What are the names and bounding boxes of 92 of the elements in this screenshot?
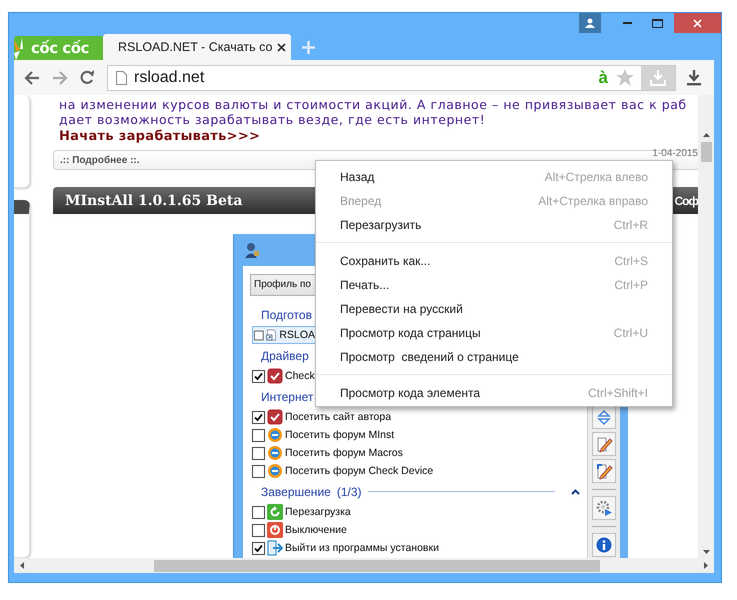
- scroll-right-icon[interactable]: [704, 562, 708, 569]
- menu-item[interactable]: Просмотр кода элемента Ctrl+Shift+I: [316, 381, 672, 405]
- start-earning-link[interactable]: Начать зарабатывать>>>: [53, 128, 260, 145]
- check-badge-icon: [267, 409, 283, 425]
- forum-icon: [267, 445, 283, 461]
- url-text: rsload.net: [134, 68, 204, 86]
- person-icon: [244, 242, 260, 258]
- forum-icon: [267, 463, 283, 479]
- checkbox[interactable]: [252, 370, 265, 382]
- shortcut-text: Alt+Стрелка влево: [544, 170, 648, 184]
- article-text: на изменении курсов валюты и стоимости акций. А главное – не привязывает вас к раб: [58, 97, 688, 112]
- task-label: Выйти из программы установки: [285, 542, 439, 554]
- scroll-thumb[interactable]: [700, 142, 712, 162]
- menu-item[interactable]: Сохранить как... Ctrl+S: [316, 249, 672, 273]
- checkbox[interactable]: [252, 428, 265, 442]
- tool-button[interactable]: [592, 405, 616, 429]
- tool-button[interactable]: [592, 496, 616, 520]
- post-date: 1-04-2015: [652, 148, 698, 158]
- checkbox[interactable]: [252, 446, 265, 460]
- checkbox[interactable]: [252, 410, 265, 424]
- task-label: Посетить форум MInst: [285, 429, 394, 441]
- pencil-icon: [596, 462, 612, 480]
- close-icon[interactable]: [277, 42, 286, 52]
- group-header: Интернет: [261, 390, 314, 404]
- checkbox[interactable]: [252, 524, 265, 536]
- forum-icon: [267, 427, 283, 443]
- task-label: RSLOA: [279, 329, 315, 341]
- address-bar[interactable]: rsload.net à: [107, 64, 676, 90]
- category-label: Соф: [674, 194, 698, 208]
- user-button[interactable]: [579, 13, 601, 33]
- maximize-icon: [652, 18, 662, 28]
- star-icon[interactable]: [616, 69, 634, 86]
- details-link[interactable]: .:: Подробнее ::.: [60, 154, 140, 166]
- shortcut-text: Ctrl+Shift+I: [588, 386, 648, 400]
- horizontal-scrollbar[interactable]: [14, 558, 714, 573]
- shortcut-icon: [266, 327, 278, 343]
- shortcut-text: Ctrl+S: [614, 254, 648, 268]
- restart-icon: [267, 504, 283, 520]
- power-icon: [267, 522, 283, 538]
- task-label: Посетить форум Check Device: [285, 465, 434, 477]
- shortcut-text: Alt+Стрелка вправо: [538, 194, 648, 208]
- page-icon: [116, 70, 127, 84]
- scroll-thumb[interactable]: [154, 560, 600, 572]
- collapse-icon[interactable]: [571, 488, 580, 494]
- menu-item[interactable]: Назад Alt+Стрелка влево: [316, 165, 672, 189]
- group-header: Завершение: [261, 484, 331, 498]
- checkbox[interactable]: [254, 328, 264, 342]
- group-header: Драйвер: [261, 348, 309, 362]
- vertical-scrollbar[interactable]: [698, 95, 714, 558]
- group-count: (1/3): [336, 484, 362, 498]
- tool-button[interactable]: [592, 432, 616, 456]
- task-label: Check: [285, 370, 315, 382]
- download-icon: [650, 70, 666, 86]
- group-header: Подготов: [261, 308, 312, 322]
- shortcut-text: Ctrl+U: [614, 326, 648, 340]
- menu-item[interactable]: Просмотр кода страницы Ctrl+U: [316, 321, 672, 345]
- menu-item[interactable]: Перезагрузить Ctrl+R: [316, 213, 672, 237]
- tool-button[interactable]: [592, 533, 616, 557]
- reload-icon[interactable]: [80, 70, 95, 85]
- pencil-icon: [596, 436, 612, 452]
- gear-icon: [596, 500, 612, 516]
- tool-button[interactable]: [592, 459, 616, 483]
- exit-icon: [267, 540, 283, 556]
- checkbox[interactable]: [252, 464, 265, 478]
- task-label: Выключение: [285, 524, 347, 536]
- article-text: дает возможность зарабатывать везде, где есть интернет!: [58, 112, 486, 127]
- post-title: MInstAll 1.0.1.65 Beta: [65, 192, 242, 208]
- info-icon: [596, 536, 612, 554]
- scroll-up-icon[interactable]: [702, 133, 710, 137]
- move-icon: [596, 408, 612, 426]
- selected-row[interactable]: RSLOA: [252, 326, 316, 344]
- menu-item[interactable]: Печать... Ctrl+P: [316, 273, 672, 297]
- scroll-down-icon[interactable]: [702, 550, 710, 554]
- tab-title: RSLOAD.NET - Скачать со: [118, 40, 272, 54]
- user-icon: [585, 18, 595, 28]
- download-icon[interactable]: [687, 70, 701, 86]
- back-icon[interactable]: [24, 70, 40, 84]
- shortcut-text: Ctrl+P: [614, 278, 648, 292]
- shortcut-text: Ctrl+R: [614, 218, 648, 232]
- close-button[interactable]: [674, 13, 721, 33]
- task-label: Перезагрузка: [285, 506, 351, 518]
- menu-item[interactable]: Перевести на русский: [316, 297, 672, 321]
- close-icon: [693, 18, 702, 28]
- checkbox[interactable]: [252, 506, 265, 518]
- scroll-left-icon[interactable]: [20, 562, 24, 569]
- menu-item[interactable]: Просмотр сведений о странице: [316, 345, 672, 369]
- checkbox[interactable]: [252, 542, 265, 554]
- task-label: Посетить сайт автора: [285, 411, 392, 423]
- browser-tab[interactable]: RSLOAD.NET - Скачать со: [103, 34, 291, 60]
- task-label: Посетить форум Macros: [285, 447, 403, 459]
- check-badge-icon: [267, 368, 283, 384]
- minimize-icon: [622, 22, 632, 24]
